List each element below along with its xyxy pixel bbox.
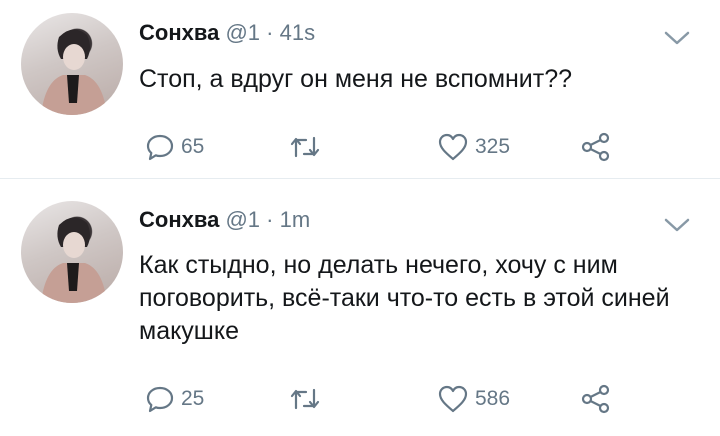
timestamp[interactable]: 1m	[280, 207, 311, 232]
separator-dot: ·	[266, 207, 274, 232]
author-handle[interactable]: @1	[225, 207, 260, 232]
reply-button[interactable]: 65	[145, 127, 204, 167]
tweet-header: Сонхва @1 · 1m	[139, 207, 310, 233]
chevron-down-icon[interactable]	[664, 30, 690, 46]
chevron-down-icon[interactable]	[664, 217, 690, 233]
heart-icon	[437, 132, 469, 162]
tweet-actions: 25 586	[0, 379, 720, 419]
share-icon	[580, 132, 612, 162]
like-button[interactable]: 586	[437, 379, 510, 419]
tweet[interactable]: Сонхва @1 · 41s Стоп, а вдруг он меня не…	[0, 0, 720, 179]
share-icon	[580, 384, 612, 414]
retweet-button[interactable]	[288, 127, 322, 167]
reply-button[interactable]: 25	[145, 379, 204, 419]
tweet-header: Сонхва @1 · 41s	[139, 20, 315, 46]
reply-count: 65	[181, 135, 205, 158]
like-count: 325	[475, 135, 511, 158]
reply-bubble-icon	[145, 132, 175, 162]
author-name[interactable]: Сонхва	[139, 207, 219, 232]
share-button[interactable]	[580, 127, 612, 167]
author-name[interactable]: Сонхва	[139, 20, 219, 45]
tweet-actions: 65 325	[0, 127, 720, 167]
avatar[interactable]	[21, 13, 123, 115]
timestamp[interactable]: 41s	[280, 20, 315, 45]
like-count: 586	[475, 387, 511, 410]
retweet-icon	[288, 384, 322, 414]
separator-dot: ·	[266, 20, 274, 45]
heart-icon	[437, 384, 469, 414]
tweet[interactable]: Сонхва @1 · 1m Как стыдно, но делать неч…	[0, 179, 720, 436]
avatar[interactable]	[21, 201, 123, 303]
retweet-button[interactable]	[288, 379, 322, 419]
tweet-text: Стоп, а вдруг он меня не вспомнит??	[139, 65, 573, 93]
share-button[interactable]	[580, 379, 612, 419]
like-button[interactable]: 325	[437, 127, 510, 167]
tweet-text: Как стыдно, но делать нечего, хочу с ним…	[139, 251, 670, 345]
reply-bubble-icon	[145, 384, 175, 414]
retweet-icon	[288, 132, 322, 162]
author-handle[interactable]: @1	[225, 20, 260, 45]
tweet-feed: Сонхва @1 · 41s Стоп, а вдруг он меня не…	[0, 0, 720, 436]
reply-count: 25	[181, 387, 205, 410]
